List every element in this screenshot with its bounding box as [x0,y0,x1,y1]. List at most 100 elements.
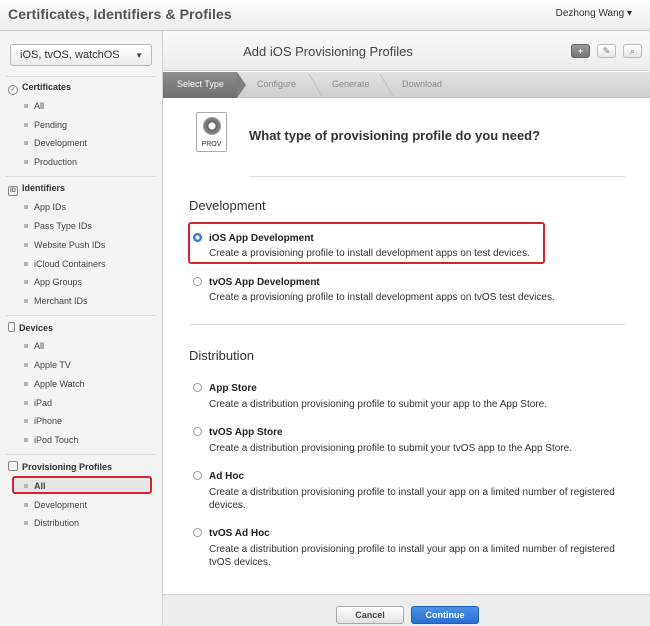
gear-icon [203,117,221,135]
option-description: Create a distribution provisioning profi… [209,443,572,454]
group-title-distribution: Distribution [189,348,255,363]
app-title: Certificates, Identifiers & Profiles [8,6,232,22]
bullet-icon [24,382,28,386]
sidebar-item-ipod-touch[interactable]: iPod Touch [24,435,78,447]
bullet-icon [24,141,28,145]
option-description: Create a provisioning profile to install… [209,292,555,303]
option-description: Create a distribution provisioning profi… [209,544,615,568]
bullet-icon [24,262,28,266]
plus-icon: + [577,46,584,56]
divider [6,315,156,316]
bullet-icon [24,419,28,423]
pencil-icon: ✎ [602,46,611,56]
bullet-icon [24,123,28,127]
sidebar-item-certificates-production[interactable]: Production [24,157,77,169]
option-description: Create a provisioning profile to install… [209,248,530,259]
step-configure: Configure [257,79,297,89]
chevron-down-icon: ▼ [135,51,143,60]
sidebar-item-iphone[interactable]: iPhone [24,416,62,428]
sidebar-item-icloud-containers[interactable]: iCloud Containers [24,259,106,271]
user-menu[interactable]: Dezhong Wang ▾ [556,8,632,19]
radio-ad-hoc[interactable] [193,471,202,480]
sidebar-item-app-groups[interactable]: App Groups [24,277,82,289]
section-certificates: ✓ Certificates [8,82,71,95]
bullet-icon [24,484,28,488]
sidebar-item-certificates-pending[interactable]: Pending [24,120,67,132]
section-provisioning-profiles: Provisioning Profiles [8,461,112,473]
search-button[interactable]: ⌕ [623,44,642,58]
radio-app-store[interactable] [193,383,202,392]
bullet-icon [24,344,28,348]
divider [249,176,625,177]
add-button[interactable]: + [571,44,590,58]
bullet-icon [24,299,28,303]
sidebar-item-certificates-development[interactable]: Development [24,138,87,150]
radio-tvos-app-store[interactable] [193,427,202,436]
section-identifiers: ID Identifiers [8,183,66,196]
radio-ios-app-development[interactable] [193,233,202,242]
option-description: Create a distribution provisioning profi… [209,487,615,511]
sidebar-item-app-ids[interactable]: App IDs [24,202,66,214]
document-icon [8,461,18,471]
sidebar-item-merchant-ids[interactable]: Merchant IDs [24,296,88,308]
section-devices: Devices [8,322,53,334]
bullet-icon [24,401,28,405]
active-step-arrow [237,72,246,98]
step-separator [295,74,323,96]
option-title[interactable]: Ad Hoc [209,471,244,482]
bullet-icon [24,503,28,507]
sidebar-item-pass-type-ids[interactable]: Pass Type IDs [24,221,92,233]
sidebar-item-certificates-all[interactable]: All [24,101,44,113]
page-header: Add iOS Provisioning Profiles + ✎ ⌕ [163,31,650,71]
footer-bar: Cancel Continue [163,594,650,626]
option-title[interactable]: tvOS Ad Hoc [209,528,270,539]
sidebar-item-apple-watch[interactable]: Apple Watch [24,379,85,391]
continue-button[interactable]: Continue [411,606,479,624]
sidebar-item-ipad[interactable]: iPad [24,398,52,410]
cancel-button[interactable]: Cancel [336,606,404,624]
option-title[interactable]: tvOS App Development [209,277,320,288]
radio-tvos-ad-hoc[interactable] [193,528,202,537]
provisioning-profile-icon: PROV [196,112,227,152]
platform-select-value: iOS, tvOS, watchOS [20,49,120,61]
step-generate: Generate [332,79,370,89]
divider [6,454,156,455]
step-separator [366,74,394,96]
group-title-development: Development [189,198,266,213]
divider [6,76,156,77]
bullet-icon [24,224,28,228]
question-heading: What type of provisioning profile do you… [249,128,541,143]
bullet-icon [24,160,28,164]
bullet-icon [24,363,28,367]
step-download: Download [402,79,443,89]
bullet-icon [24,438,28,442]
bullet-icon [24,243,28,247]
page-title: Add iOS Provisioning Profiles [243,44,413,59]
sidebar-item-profiles-all[interactable]: All [24,481,46,493]
device-icon [8,322,15,332]
option-title[interactable]: iOS App Development [209,233,314,244]
bullet-icon [24,205,28,209]
option-description: Create a distribution provisioning profi… [209,399,547,410]
top-bar: Certificates, Identifiers & Profiles Dez… [0,0,650,31]
sidebar-item-website-push-ids[interactable]: Website Push IDs [24,240,105,252]
id-icon: ID [8,186,18,196]
option-title[interactable]: tvOS App Store [209,427,283,438]
edit-button[interactable]: ✎ [597,44,616,58]
step-select-type: Select Type [177,79,224,89]
sidebar-item-profiles-development[interactable]: Development [24,500,87,512]
divider [6,176,156,177]
option-title[interactable]: App Store [209,383,257,394]
certificate-icon: ✓ [8,85,18,95]
bullet-icon [24,104,28,108]
radio-tvos-app-development[interactable] [193,277,202,286]
bullet-icon [24,521,28,525]
search-icon: ⌕ [629,46,636,56]
sidebar-item-apple-tv[interactable]: Apple TV [24,360,71,372]
platform-select[interactable]: iOS, tvOS, watchOS ▼ [10,44,152,66]
wizard-steps: Select Type Configure Generate Download [163,72,650,98]
prov-icon-label: PROV [201,141,222,148]
sidebar-item-devices-all[interactable]: All [24,341,44,353]
sidebar-item-profiles-distribution[interactable]: Distribution [24,518,79,530]
sidebar: iOS, tvOS, watchOS ▼ ✓ Certificates All P… [0,31,163,626]
